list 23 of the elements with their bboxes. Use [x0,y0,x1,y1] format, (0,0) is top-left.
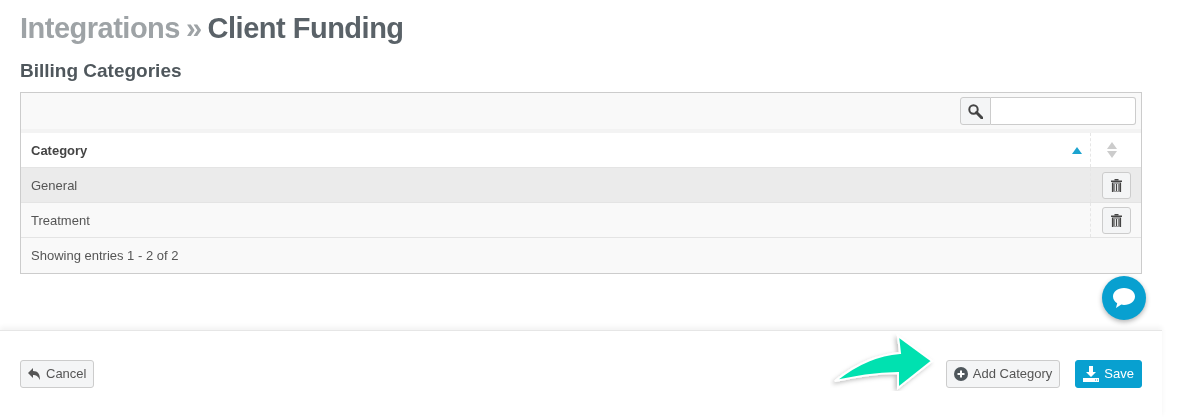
delete-button[interactable] [1101,171,1131,199]
trash-icon [1110,213,1122,227]
section-title: Billing Categories [20,60,183,82]
sort-icon[interactable] [1107,142,1117,158]
page-title: Client Funding [207,11,404,46]
reply-icon [28,367,41,380]
breadcrumb-separator: » [185,11,202,46]
chat-button[interactable] [1102,276,1146,320]
search-field[interactable] [991,97,1136,125]
cancel-button[interactable]: Cancel [20,359,95,388]
table-cell: General [31,177,78,193]
search-button[interactable] [960,97,991,125]
delete-button[interactable] [1101,206,1131,234]
column-header[interactable]: Category [31,142,88,158]
speech-bubble-icon [1112,287,1136,309]
trash-icon [1110,178,1122,192]
add-button[interactable]: Add Category [945,359,1061,388]
plus-circle-icon [953,366,968,381]
table-info: Showing entries 1 - 2 of 2 [31,248,179,263]
search-icon [968,103,983,119]
table-cell: Treatment [31,212,90,228]
download-icon [1083,365,1100,382]
sort-ascending-icon[interactable] [1072,146,1082,154]
